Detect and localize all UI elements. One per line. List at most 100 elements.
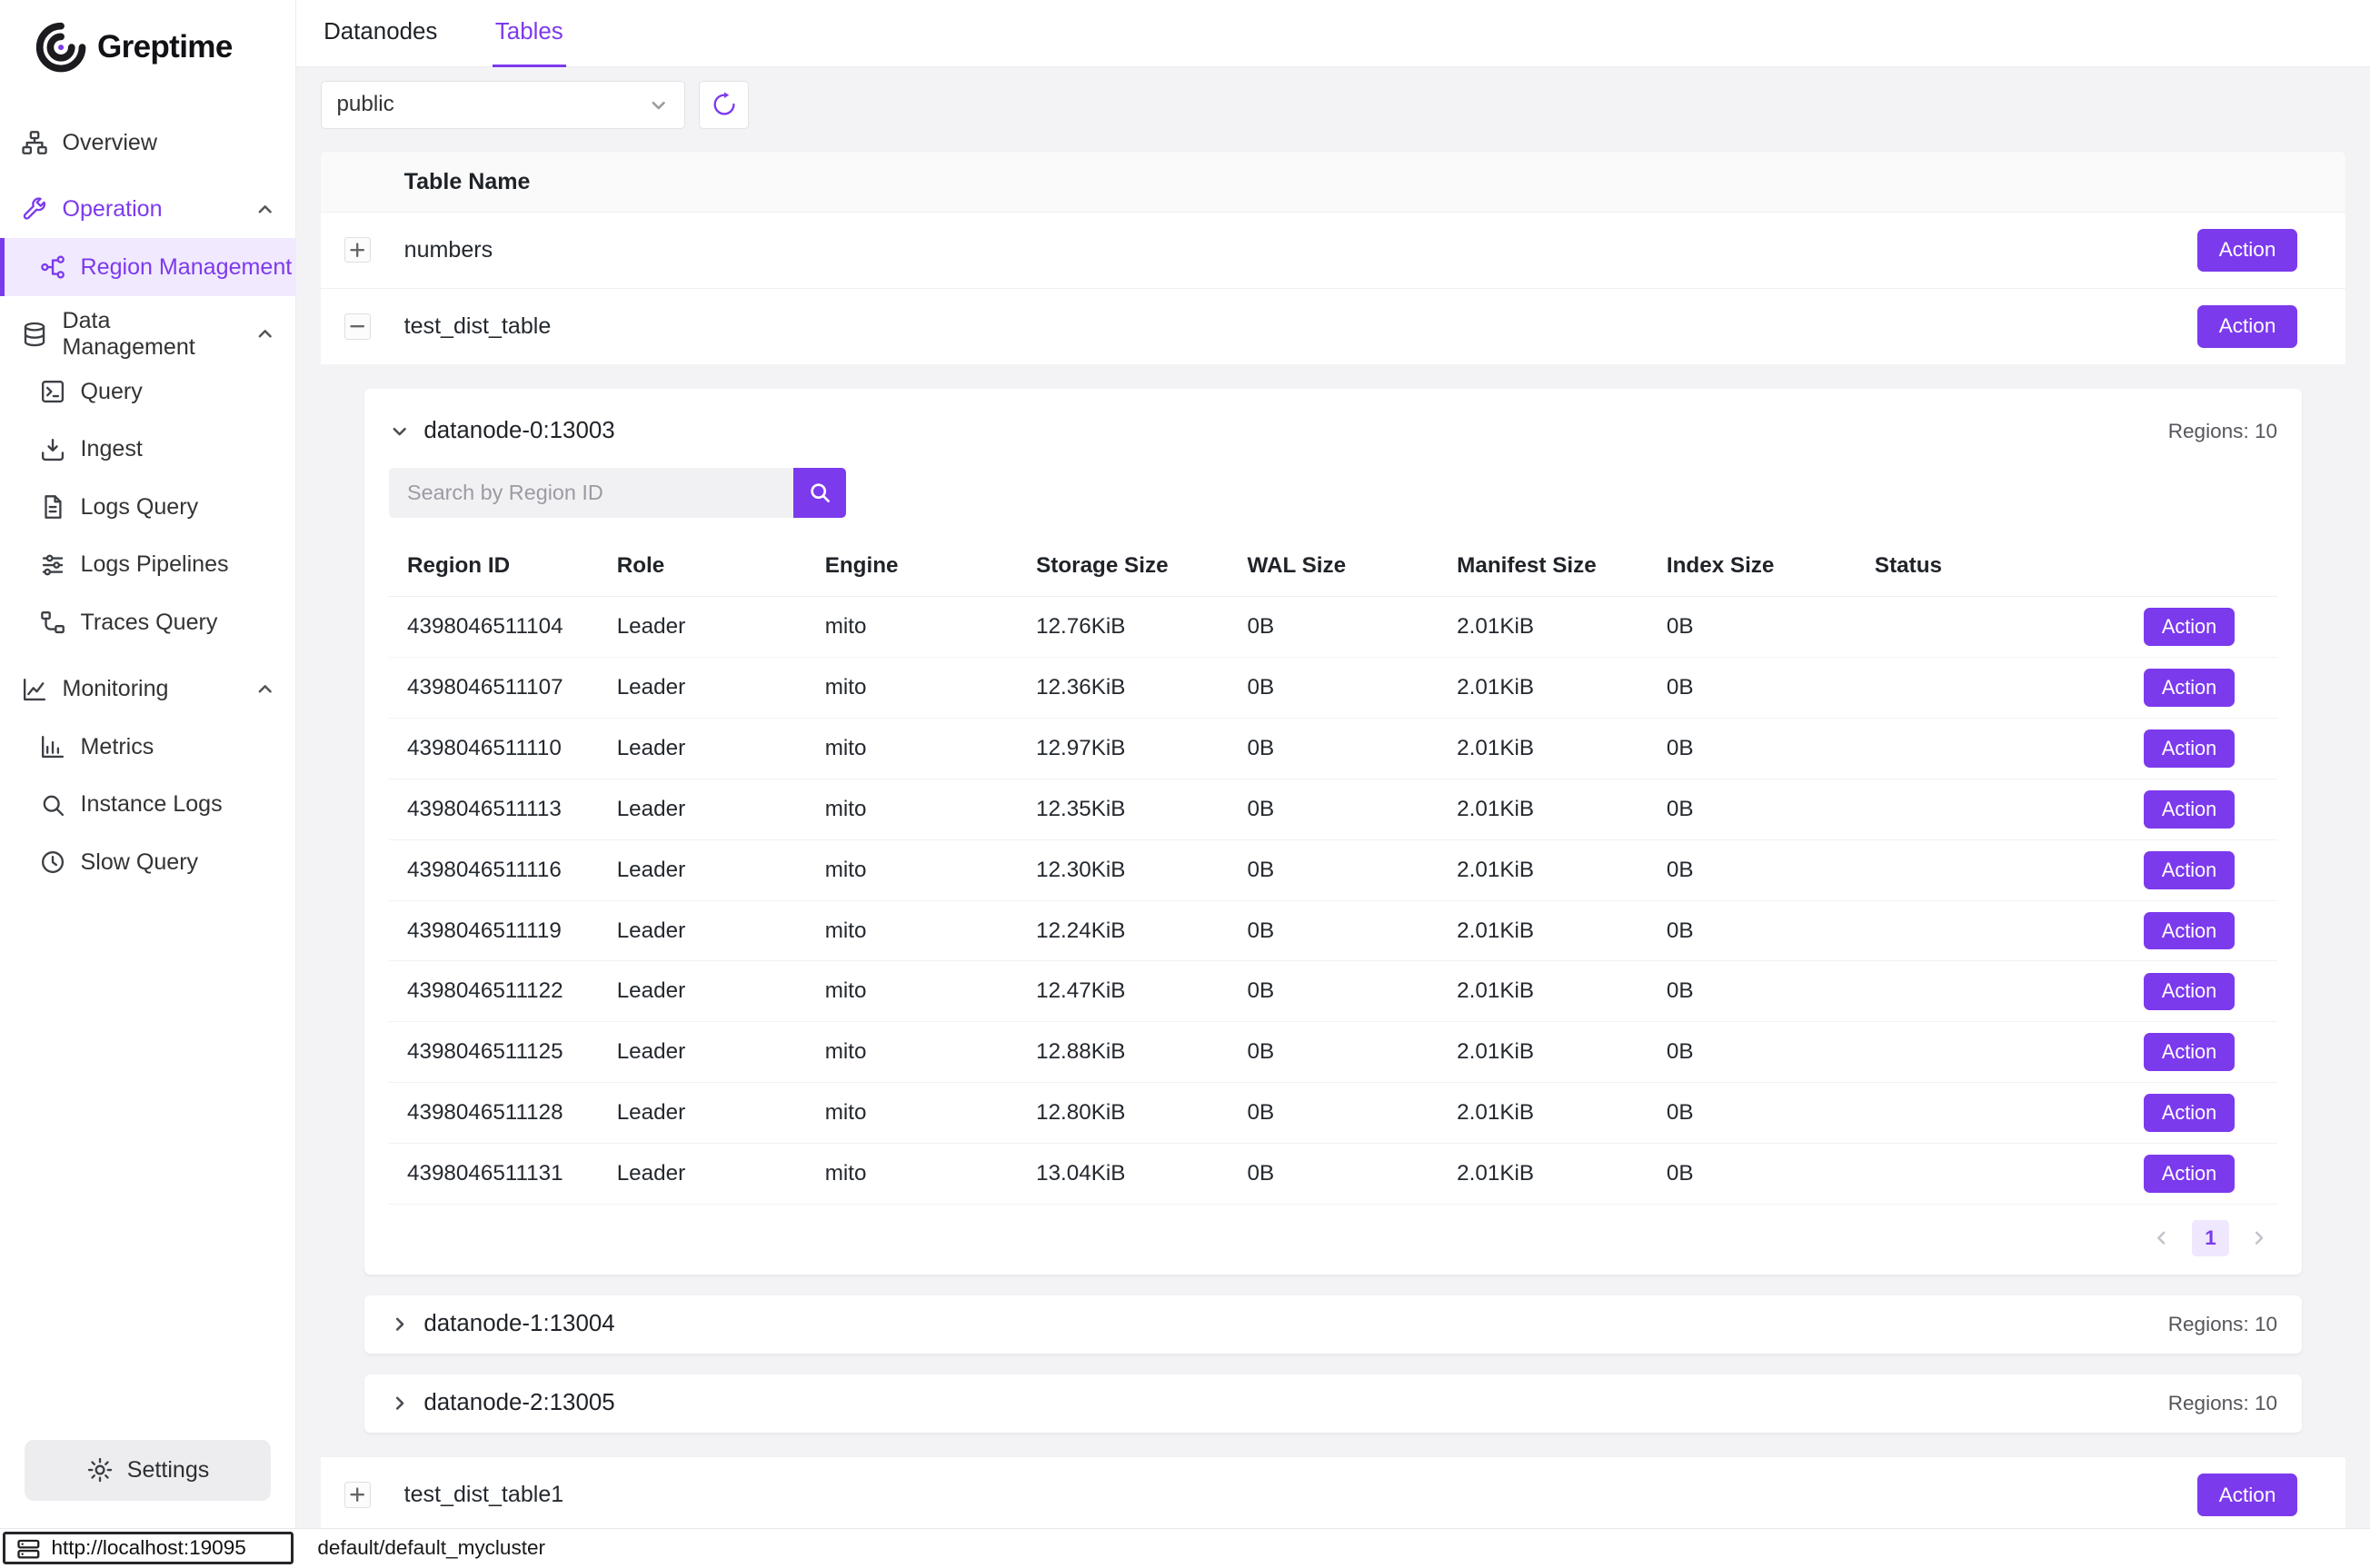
manifest-size-cell: 2.01KiB xyxy=(1439,961,1648,1022)
brand-logo[interactable]: Greptime xyxy=(0,0,295,84)
table-action-button[interactable]: Action xyxy=(2197,1474,2296,1516)
expand-button[interactable] xyxy=(344,1482,370,1507)
manifest-size-cell: 2.01KiB xyxy=(1439,719,1648,779)
action-cell: Action xyxy=(2051,1083,2277,1144)
status-cell xyxy=(1857,1022,2051,1083)
pagination-next-button[interactable] xyxy=(2241,1220,2277,1256)
sidebar-item-query[interactable]: Query xyxy=(0,362,295,421)
datanode-2-header[interactable]: datanode-2:13005 Regions: 10 xyxy=(364,1374,2302,1433)
datanode-name: datanode-0:13003 xyxy=(423,418,614,444)
sidebar-item-label: Metrics xyxy=(81,734,154,760)
tables-header: Table Name xyxy=(321,152,2346,213)
region-row: 4398046511113 Leader mito 12.35KiB 0B 2.… xyxy=(389,779,2277,839)
search-icon xyxy=(808,481,832,505)
sidebar-item-label: Logs Pipelines xyxy=(81,551,229,578)
action-cell: Action xyxy=(2051,839,2277,900)
datanode-name: datanode-1:13004 xyxy=(423,1311,614,1337)
action-cell: Action xyxy=(2051,597,2277,658)
region-action-button[interactable]: Action xyxy=(2144,608,2235,646)
datanode-0-header[interactable]: datanode-0:13003 Regions: 10 xyxy=(389,407,2277,455)
status-cell xyxy=(1857,779,2051,839)
sidebar-item-overview[interactable]: Overview xyxy=(0,114,295,172)
overview-icon xyxy=(21,129,48,156)
region-action-button[interactable]: Action xyxy=(2144,851,2235,889)
engine-cell: mito xyxy=(807,1083,1018,1144)
sidebar-item-monitoring[interactable]: Monitoring xyxy=(0,660,295,719)
region-action-button[interactable]: Action xyxy=(2144,1033,2235,1071)
tab-datanodes[interactable]: Datanodes xyxy=(321,0,441,67)
regions-count: Regions: 10 xyxy=(2168,420,2277,443)
expand-button[interactable] xyxy=(344,237,370,263)
sidebar-item-ingest[interactable]: Ingest xyxy=(0,421,295,479)
region-management-icon xyxy=(39,253,66,281)
storage-size-cell: 13.04KiB xyxy=(1018,1144,1229,1205)
region-search-button[interactable] xyxy=(793,468,847,518)
table-action-button[interactable]: Action xyxy=(2197,229,2296,272)
tab-tables[interactable]: Tables xyxy=(493,0,567,67)
storage-size-cell: 12.30KiB xyxy=(1018,839,1229,900)
region-action-button[interactable]: Action xyxy=(2144,669,2235,707)
host-url: http://localhost:19095 xyxy=(51,1536,245,1560)
index-size-cell: 0B xyxy=(1648,961,1857,1022)
index-size-cell: 0B xyxy=(1648,658,1857,719)
role-cell: Leader xyxy=(599,1083,807,1144)
region-row: 4398046511119 Leader mito 12.24KiB 0B 2.… xyxy=(389,900,2277,961)
sidebar-item-label: Overview xyxy=(62,130,156,156)
sidebar-item-logs-query[interactable]: Logs Query xyxy=(0,478,295,536)
schema-select[interactable]: public xyxy=(321,81,685,129)
logs-query-icon xyxy=(39,493,66,521)
region-action-button[interactable]: Action xyxy=(2144,1155,2235,1193)
regions-count: Regions: 10 xyxy=(2168,1392,2277,1415)
sidebar-item-metrics[interactable]: Metrics xyxy=(0,719,295,777)
sidebar-item-operation[interactable]: Operation xyxy=(0,181,295,239)
column-header-engine: Engine xyxy=(807,536,1018,597)
table-action-button[interactable]: Action xyxy=(2197,305,2296,348)
region-row: 4398046511125 Leader mito 12.88KiB 0B 2.… xyxy=(389,1022,2277,1083)
greptime-logo-icon xyxy=(34,20,88,74)
collapse-button[interactable] xyxy=(344,313,370,339)
storage-size-cell: 12.24KiB xyxy=(1018,900,1229,961)
region-search-input[interactable] xyxy=(389,468,793,518)
host-selector[interactable]: http://localhost:19095 xyxy=(3,1532,293,1565)
manifest-size-cell: 2.01KiB xyxy=(1439,1144,1648,1205)
column-header-region-id: Region ID xyxy=(389,536,599,597)
region-id-cell: 4398046511107 xyxy=(389,658,599,719)
storage-size-cell: 12.88KiB xyxy=(1018,1022,1229,1083)
sidebar-item-logs-pipelines[interactable]: Logs Pipelines xyxy=(0,536,295,594)
column-header-role: Role xyxy=(599,536,807,597)
region-table: Region ID Role Engine Storage Size WAL S… xyxy=(389,536,2277,1205)
region-action-button[interactable]: Action xyxy=(2144,729,2235,768)
app-root: Greptime Overview Operation Region Manag… xyxy=(0,0,2370,1567)
datanode-1-header[interactable]: datanode-1:13004 Regions: 10 xyxy=(364,1295,2302,1354)
region-row: 4398046511107 Leader mito 12.36KiB 0B 2.… xyxy=(389,658,2277,719)
action-cell: Action xyxy=(2051,1022,2277,1083)
column-header-manifest-size: Manifest Size xyxy=(1439,536,1648,597)
settings-label: Settings xyxy=(127,1457,210,1484)
role-cell: Leader xyxy=(599,900,807,961)
wal-size-cell: 0B xyxy=(1229,1083,1439,1144)
datanode-name: datanode-2:13005 xyxy=(423,1390,614,1416)
sidebar-item-region-management[interactable]: Region Management xyxy=(0,238,295,296)
status-cell xyxy=(1857,900,2051,961)
region-action-button[interactable]: Action xyxy=(2144,790,2235,829)
role-cell: Leader xyxy=(599,1144,807,1205)
sidebar: Greptime Overview Operation Region Manag… xyxy=(0,0,296,1567)
tables-panel: Table Name numbers Action test_dist_tabl… xyxy=(321,152,2346,1533)
region-action-button[interactable]: Action xyxy=(2144,1094,2235,1132)
sidebar-item-slow-query[interactable]: Slow Query xyxy=(0,834,295,892)
pagination-prev-button[interactable] xyxy=(2144,1220,2180,1256)
refresh-button[interactable] xyxy=(699,81,749,129)
sidebar-item-instance-logs[interactable]: Instance Logs xyxy=(0,776,295,834)
wal-size-cell: 0B xyxy=(1229,900,1439,961)
sidebar-item-traces-query[interactable]: Traces Query xyxy=(0,593,295,651)
region-action-button[interactable]: Action xyxy=(2144,912,2235,950)
region-action-button[interactable]: Action xyxy=(2144,973,2235,1011)
sidebar-item-data-management[interactable]: Data Management xyxy=(0,305,295,363)
region-id-cell: 4398046511116 xyxy=(389,839,599,900)
manifest-size-cell: 2.01KiB xyxy=(1439,1022,1648,1083)
top-tabs-bar: Datanodes Tables xyxy=(296,0,2370,67)
column-header-wal-size: WAL Size xyxy=(1229,536,1439,597)
pagination-page-1[interactable]: 1 xyxy=(2192,1220,2228,1256)
index-size-cell: 0B xyxy=(1648,1022,1857,1083)
settings-button[interactable]: Settings xyxy=(25,1440,272,1501)
